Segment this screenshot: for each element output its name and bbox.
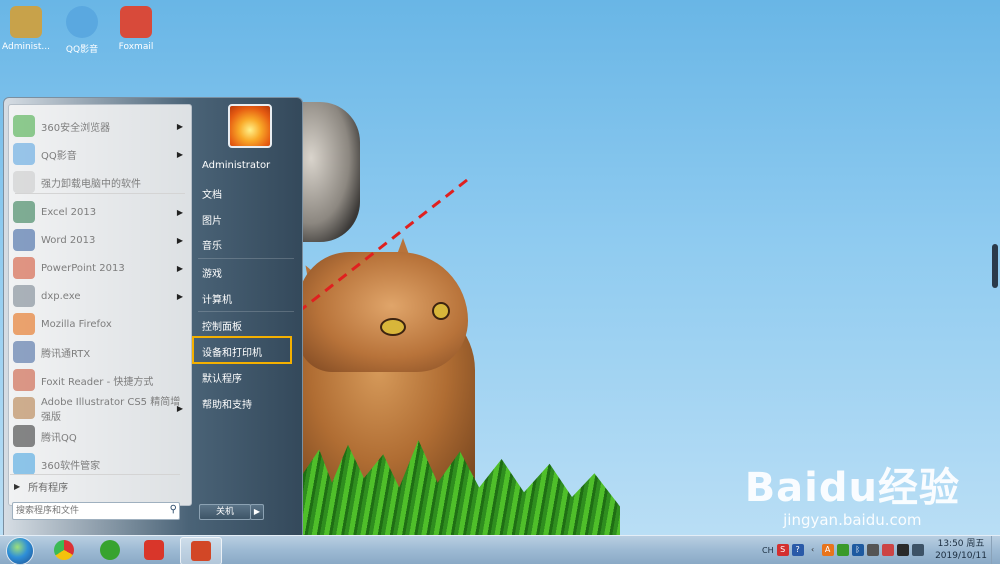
all-programs-divider: [10, 474, 180, 475]
program-label: Excel 2013: [41, 206, 97, 218]
submenu-arrow-icon[interactable]: ▶: [177, 264, 183, 273]
adobe-icon[interactable]: A: [821, 544, 834, 556]
program-item[interactable]: Foxit Reader - 快捷方式: [13, 367, 187, 393]
submenu-arrow-icon[interactable]: ▶: [177, 150, 183, 159]
program-label: dxp.exe: [41, 290, 81, 302]
show-desktop-button[interactable]: [991, 536, 1000, 564]
menu-computer[interactable]: 计算机: [202, 291, 232, 306]
program-label: Mozilla Firefox: [41, 318, 112, 330]
menu-divider: [198, 311, 294, 312]
powerpoint-icon: [191, 541, 211, 561]
device-icon[interactable]: [866, 544, 879, 556]
bluetooth-icon[interactable]: ᛒ: [851, 544, 864, 556]
search-box[interactable]: ⚲: [12, 502, 180, 520]
submenu-arrow-icon[interactable]: ▶: [177, 292, 183, 301]
360-browser-icon: [100, 540, 120, 560]
search-input[interactable]: [13, 503, 159, 519]
taskbar-360-browser[interactable]: [92, 537, 128, 563]
program-item[interactable]: Adobe Illustrator CS5 精简增强版 ▶: [13, 395, 187, 423]
program-item[interactable]: 360安全浏览器 ▶: [13, 113, 187, 139]
shutdown-button[interactable]: 关机: [199, 504, 251, 520]
powerpoint-icon: [13, 257, 35, 279]
taskbar-powerpoint[interactable]: [180, 537, 222, 565]
signal-icon[interactable]: [911, 544, 924, 556]
uninstaller-icon: [13, 171, 35, 193]
clock-time: 13:50 周五: [937, 539, 985, 549]
help-icon[interactable]: ?: [791, 544, 804, 556]
menu-pictures[interactable]: 图片: [202, 212, 222, 227]
user-name[interactable]: Administrator: [202, 160, 270, 171]
program-list-divider: [15, 193, 185, 194]
chrome-icon: [54, 540, 74, 560]
shutdown-options-button[interactable]: ▶: [250, 504, 264, 520]
security-icon[interactable]: [836, 544, 849, 556]
start-button[interactable]: [6, 537, 34, 565]
firefox-icon: [13, 313, 35, 335]
search-icon[interactable]: ⚲: [170, 504, 177, 515]
program-item[interactable]: QQ影音 ▶: [13, 141, 187, 167]
volume-icon[interactable]: [896, 544, 909, 556]
foxmail-icon: [144, 540, 164, 560]
illustrator-icon: [13, 397, 35, 419]
program-item[interactable]: dxp.exe ▶: [13, 283, 187, 309]
program-list-pane: 360安全浏览器 ▶ QQ影音 ▶ 强力卸载电脑中的软件 Excel 2013 ▶ Word …: [8, 104, 192, 506]
menu-divider: [198, 258, 294, 259]
word-icon: [13, 229, 35, 251]
all-programs-label: 所有程序: [28, 482, 69, 494]
rtx-icon: [13, 341, 35, 363]
menu-documents[interactable]: 文档: [202, 186, 222, 201]
highlight-box: [192, 336, 292, 364]
dxp-icon: [13, 285, 35, 307]
program-item[interactable]: PowerPoint 2013 ▶: [13, 255, 187, 281]
qq-icon: [13, 425, 35, 447]
program-label: 腾讯QQ: [41, 432, 77, 444]
program-label: Foxit Reader - 快捷方式: [41, 376, 154, 388]
program-label: 360安全浏览器: [41, 122, 111, 134]
taskbar-chrome[interactable]: [46, 537, 82, 563]
triangle-right-icon: ▶: [14, 481, 21, 491]
submenu-arrow-icon[interactable]: ▶: [177, 236, 183, 245]
program-label: QQ影音: [41, 150, 77, 162]
menu-music[interactable]: 音乐: [202, 237, 222, 252]
submenu-arrow-icon[interactable]: ▶: [177, 122, 183, 131]
ime-indicator[interactable]: CH: [762, 546, 774, 555]
program-label: 强力卸载电脑中的软件: [41, 178, 141, 190]
network-warning-icon[interactable]: [881, 544, 894, 556]
system-tray: CH S ? ‹ A ᛒ: [762, 540, 924, 560]
excel-icon: [13, 201, 35, 223]
program-label: 360软件管家: [41, 460, 101, 472]
submenu-arrow-icon[interactable]: ▶: [177, 208, 183, 217]
start-menu: 360安全浏览器 ▶ QQ影音 ▶ 强力卸载电脑中的软件 Excel 2013 ▶ Word …: [3, 97, 303, 537]
tray-arrow-icon[interactable]: ‹: [807, 544, 819, 556]
program-item[interactable]: 腾讯QQ: [13, 423, 187, 449]
qq-player-icon: [13, 143, 35, 165]
taskbar: CH S ? ‹ A ᛒ 13:50 周五 2019/10/11: [0, 535, 1000, 565]
360-software-manager-icon: [13, 453, 35, 475]
menu-default-programs[interactable]: 默认程序: [202, 370, 242, 385]
menu-games[interactable]: 游戏: [202, 265, 222, 280]
taskbar-foxmail[interactable]: [136, 537, 172, 563]
program-label: PowerPoint 2013: [41, 262, 125, 274]
program-label: Adobe Illustrator CS5 精简增强版: [41, 397, 181, 423]
360-browser-icon: [13, 115, 35, 137]
program-label: Word 2013: [41, 234, 96, 246]
program-item[interactable]: 强力卸载电脑中的软件: [13, 169, 187, 195]
user-avatar[interactable]: [228, 104, 272, 148]
program-item[interactable]: Mozilla Firefox: [13, 311, 187, 337]
program-item[interactable]: 腾讯通RTX: [13, 339, 187, 365]
program-item[interactable]: Word 2013 ▶: [13, 227, 187, 253]
menu-help-and-support[interactable]: 帮助和支持: [202, 396, 252, 411]
clock[interactable]: 13:50 周五 2019/10/11: [934, 538, 988, 562]
annotation-arrow-line: [287, 178, 468, 322]
all-programs-button[interactable]: ▶ 所有程序: [8, 476, 182, 496]
submenu-arrow-icon[interactable]: ▶: [177, 404, 183, 413]
clock-date: 2019/10/11: [935, 551, 987, 561]
program-item[interactable]: Excel 2013 ▶: [13, 199, 187, 225]
menu-control-panel[interactable]: 控制面板: [202, 318, 242, 333]
sogou-ime-icon[interactable]: S: [776, 544, 789, 556]
program-label: 腾讯通RTX: [41, 348, 91, 360]
foxit-reader-icon: [13, 369, 35, 391]
